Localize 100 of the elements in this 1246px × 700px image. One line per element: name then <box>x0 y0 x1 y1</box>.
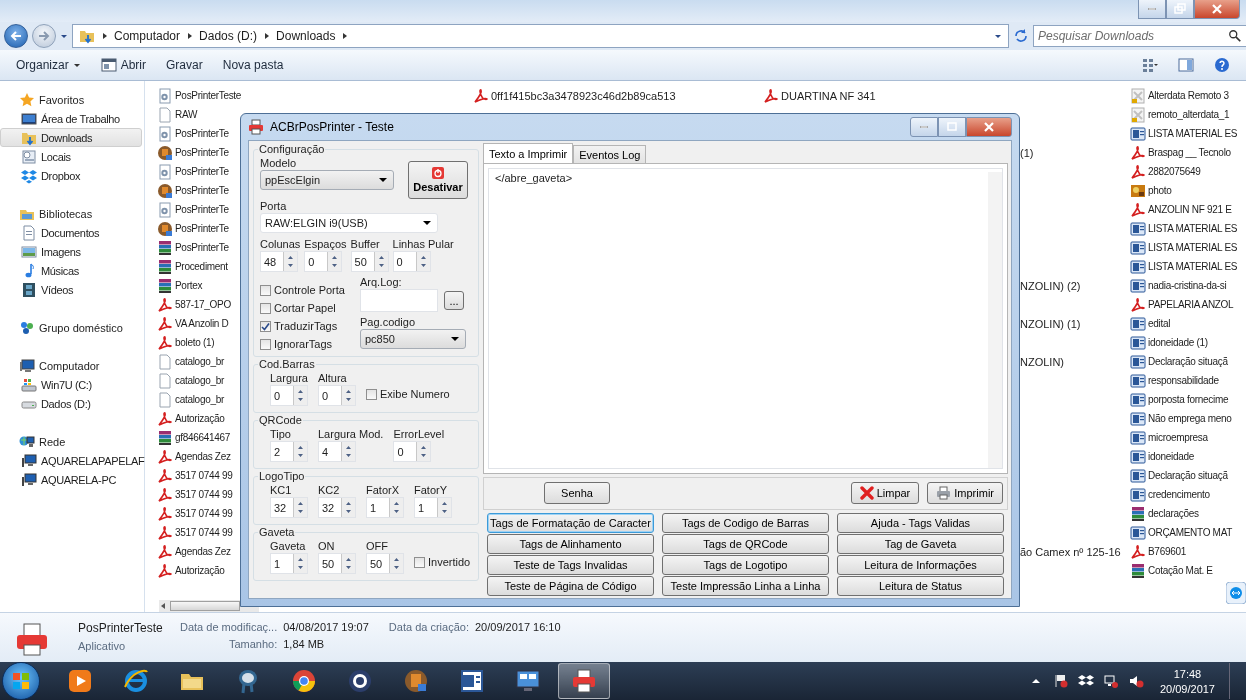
clear-button[interactable]: Limpar <box>850 482 920 505</box>
file-name[interactable]: LISTA MATERIAL ES <box>1148 223 1238 234</box>
file-name[interactable]: NZOLIN) (2) <box>1020 279 1081 292</box>
back-button[interactable] <box>4 24 28 48</box>
file-name[interactable]: gf846641467 <box>175 432 231 443</box>
spin-arrows-icon[interactable] <box>389 498 403 517</box>
checkbox[interactable] <box>260 320 271 332</box>
file-name[interactable]: Agendas Zez <box>175 451 231 462</box>
action-button[interactable]: Teste de Tags Invalidas <box>487 555 654 575</box>
spin-arrows-icon[interactable] <box>416 442 431 461</box>
spin-arrows-icon[interactable] <box>437 498 451 517</box>
file-name[interactable]: ANZOLIN NF 921 E <box>1148 204 1232 215</box>
nav-item[interactable]: AQUARELAPAPELAF <box>0 451 144 470</box>
file-name[interactable]: Declaração situaçã <box>1148 356 1228 367</box>
file-name[interactable]: ORÇAMENTO MAT <box>1148 527 1233 538</box>
spin-field[interactable]: 1 <box>270 553 308 574</box>
file-name[interactable]: Autorização <box>175 565 225 576</box>
checkbox[interactable] <box>260 338 271 350</box>
file-name[interactable]: boleto (1) <box>175 337 215 348</box>
file-name[interactable]: NZOLIN) <box>1020 355 1064 368</box>
file-name[interactable]: VA Anzolin D <box>175 318 229 329</box>
file-name[interactable]: PosPrinterTe <box>175 128 229 139</box>
nav-item[interactable]: Favoritos <box>0 90 144 109</box>
toolbar-button[interactable]: Nova pasta <box>214 54 292 76</box>
file-name[interactable]: PosPrinterTeste <box>175 90 242 101</box>
file-name[interactable]: PosPrinterTe <box>175 223 229 234</box>
spin-field[interactable]: 0 <box>318 385 356 406</box>
spin-field[interactable]: 48 <box>260 251 298 272</box>
spin-arrows-icon[interactable] <box>341 442 355 461</box>
browse-button[interactable]: ... <box>444 291 464 310</box>
file-name[interactable]: 2882075649 <box>1148 166 1201 177</box>
action-button[interactable]: Tags de Alinhamento <box>487 534 654 554</box>
file-name[interactable]: DUARTINA NF 341 <box>781 89 876 102</box>
model-dropdown[interactable]: ppEscElgin <box>260 170 394 190</box>
address-bar[interactable]: Computador Dados (D:) Downloads <box>72 24 1009 48</box>
file-name[interactable]: 587-17_OPO <box>175 299 231 310</box>
spin-field[interactable]: 0 <box>270 385 308 406</box>
file-name[interactable]: 0ff1f415bc3a3478923c46d2b89ca513 <box>491 89 676 102</box>
tab[interactable]: Texto a Imprimir <box>483 143 574 163</box>
spin-arrows-icon[interactable] <box>283 252 297 271</box>
spin-arrows-icon[interactable] <box>341 498 355 517</box>
spin-field[interactable]: 50 <box>350 251 389 272</box>
file-name[interactable]: (1) <box>1020 146 1034 159</box>
file-name[interactable]: catalogo_br <box>175 356 224 367</box>
spin-field[interactable]: 32 <box>270 497 308 518</box>
nav-item[interactable]: Vídeos <box>0 280 144 299</box>
minimize-button[interactable] <box>910 117 938 137</box>
checkbox[interactable] <box>414 556 425 568</box>
file-name[interactable]: LISTA MATERIAL ES <box>1148 128 1238 139</box>
toolbar-button[interactable]: Abrir <box>92 53 155 77</box>
file-name[interactable]: PosPrinterTe <box>175 242 229 253</box>
file-name[interactable]: LISTA MATERIAL ES <box>1148 261 1238 272</box>
tab[interactable]: Eventos Log <box>573 145 647 163</box>
close-button[interactable] <box>1194 0 1240 19</box>
file-name[interactable]: catalogo_br <box>175 375 224 386</box>
file-name[interactable]: PosPrinterTe <box>175 185 229 196</box>
file-name[interactable]: Procediment <box>175 261 228 272</box>
file-name[interactable]: 3517 0744 99 <box>175 508 233 519</box>
spin-arrows-icon[interactable] <box>341 554 355 573</box>
remote-app-icon[interactable] <box>1226 582 1246 604</box>
spin-field[interactable]: 0 <box>392 251 431 272</box>
action-button[interactable]: Tags de Formatação de Caracter <box>487 513 654 533</box>
nav-item[interactable]: Documentos <box>0 223 144 242</box>
deactivate-button[interactable]: Desativar <box>408 161 468 199</box>
file-name[interactable]: PosPrinterTe <box>175 166 229 177</box>
file-name[interactable]: idoneidade <box>1148 451 1194 462</box>
action-button[interactable]: Tags de Codigo de Barras <box>662 513 829 533</box>
port-dropdown[interactable]: RAW:ELGIN i9(USB) <box>260 213 438 233</box>
file-name[interactable]: credencimento <box>1148 489 1210 500</box>
nav-item[interactable]: Computador <box>0 356 144 375</box>
spin-field[interactable]: 1 <box>366 497 404 518</box>
nav-item[interactable]: Bibliotecas <box>0 204 144 223</box>
vertical-scrollbar[interactable] <box>988 172 1002 468</box>
nav-item[interactable]: Locais <box>0 147 144 166</box>
nav-item[interactable]: Win7U (C:) <box>0 375 144 394</box>
nav-item[interactable]: Dados (D:) <box>0 394 144 413</box>
spin-field[interactable]: 50 <box>366 553 404 574</box>
spin-field[interactable]: 0 <box>304 251 343 272</box>
file-name[interactable]: idoneidade (1) <box>1148 337 1208 348</box>
spin-arrows-icon[interactable] <box>293 498 307 517</box>
spin-arrows-icon[interactable] <box>341 386 355 405</box>
spin-arrows-icon[interactable] <box>293 442 307 461</box>
action-button[interactable]: Leitura de Informações <box>837 555 1004 575</box>
file-name[interactable]: microempresa <box>1148 432 1208 443</box>
action-button[interactable]: Tags de Logotipo <box>662 555 829 575</box>
start-button[interactable] <box>2 662 40 700</box>
spin-arrows-icon[interactable] <box>415 252 430 271</box>
nav-item[interactable]: Dropbox <box>0 166 144 185</box>
taskbar-button[interactable] <box>558 663 610 699</box>
maximize-button[interactable] <box>1166 0 1194 19</box>
file-name[interactable]: Braspag __ Tecnolo <box>1148 147 1231 158</box>
spin-arrows-icon[interactable] <box>293 554 307 573</box>
file-name[interactable]: catalogo_br <box>175 394 224 405</box>
file-name[interactable]: 3517 0744 99 <box>175 527 233 538</box>
file-name[interactable]: Autorização <box>175 413 225 424</box>
search-field[interactable]: Pesquisar Downloads <box>1033 25 1246 47</box>
print-button[interactable]: Imprimir <box>927 482 1003 505</box>
nav-item[interactable]: Imagens <box>0 242 144 261</box>
file-name[interactable]: B769601 <box>1148 546 1186 557</box>
file-name[interactable]: edital <box>1148 318 1171 329</box>
